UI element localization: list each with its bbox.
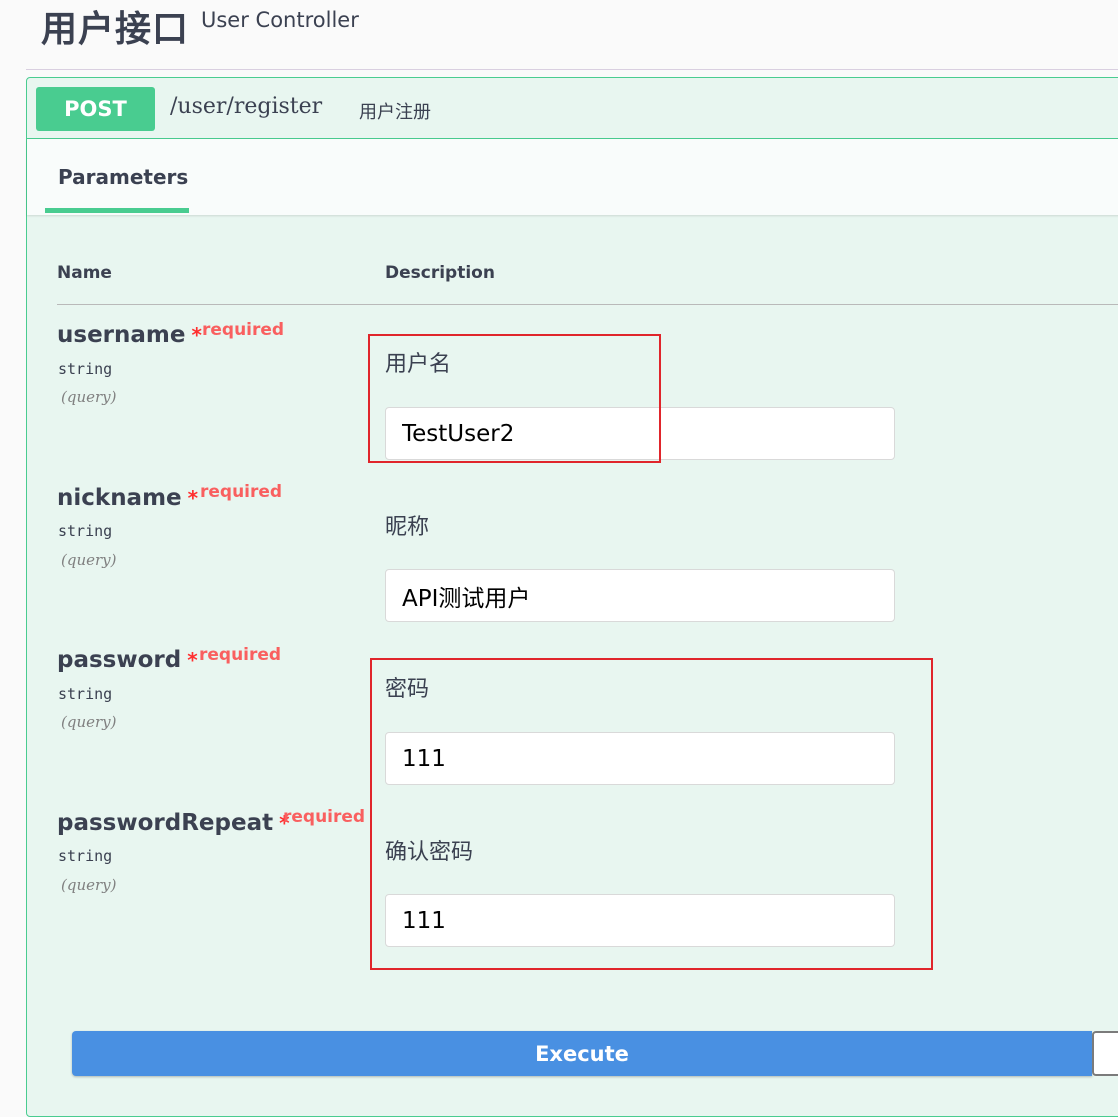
required-label: required [283,807,366,827]
method-badge: POST [36,87,155,131]
table-header-divider [57,304,1118,305]
execute-button[interactable]: Execute [72,1031,1092,1076]
required-label: required [202,320,285,340]
tag-divider [26,69,1118,70]
param-location: (query) [61,876,117,894]
param-type: string [58,522,113,540]
required-label: required [200,482,283,502]
operation-summary[interactable]: POST /user/register 用户注册 [27,78,1118,139]
param-name-text: nickname [57,485,182,511]
param-location: (query) [61,388,117,406]
param-name-password-repeat: passwordRepeat * [57,810,290,836]
operation-summary-text: 用户注册 [359,102,431,123]
parameters-section-header: Parameters [27,139,1118,215]
param-type: string [58,360,113,378]
param-type: string [58,685,113,703]
param-location: (query) [61,551,117,569]
param-name-nickname: nickname * [57,485,198,511]
tab-active-indicator [45,208,189,213]
column-header-name: Name [57,263,112,283]
required-star: * [187,486,199,510]
annotation-box-passwords [370,658,933,970]
required-label: required [199,645,282,665]
param-description: 昵称 [385,515,430,540]
operation-path: /user/register [170,94,323,119]
param-location: (query) [61,713,117,731]
nickname-input[interactable] [385,569,895,622]
tab-parameters[interactable]: Parameters [58,165,188,189]
param-type: string [58,847,113,865]
param-name-password: password * [57,647,198,673]
param-name-text: password [57,647,182,673]
tag-header[interactable]: 用户接口 User Controller [0,0,1118,70]
required-star: * [191,323,202,347]
param-name-username: username * [57,322,202,348]
tag-description: User Controller [201,8,359,32]
required-star: * [187,648,198,672]
clear-button-edge[interactable] [1092,1031,1118,1076]
tag-title: 用户接口 [41,9,190,50]
param-name-text: username [57,322,186,348]
annotation-box-username [368,334,661,463]
param-name-text: passwordRepeat [57,810,274,836]
column-header-description: Description [385,263,495,283]
